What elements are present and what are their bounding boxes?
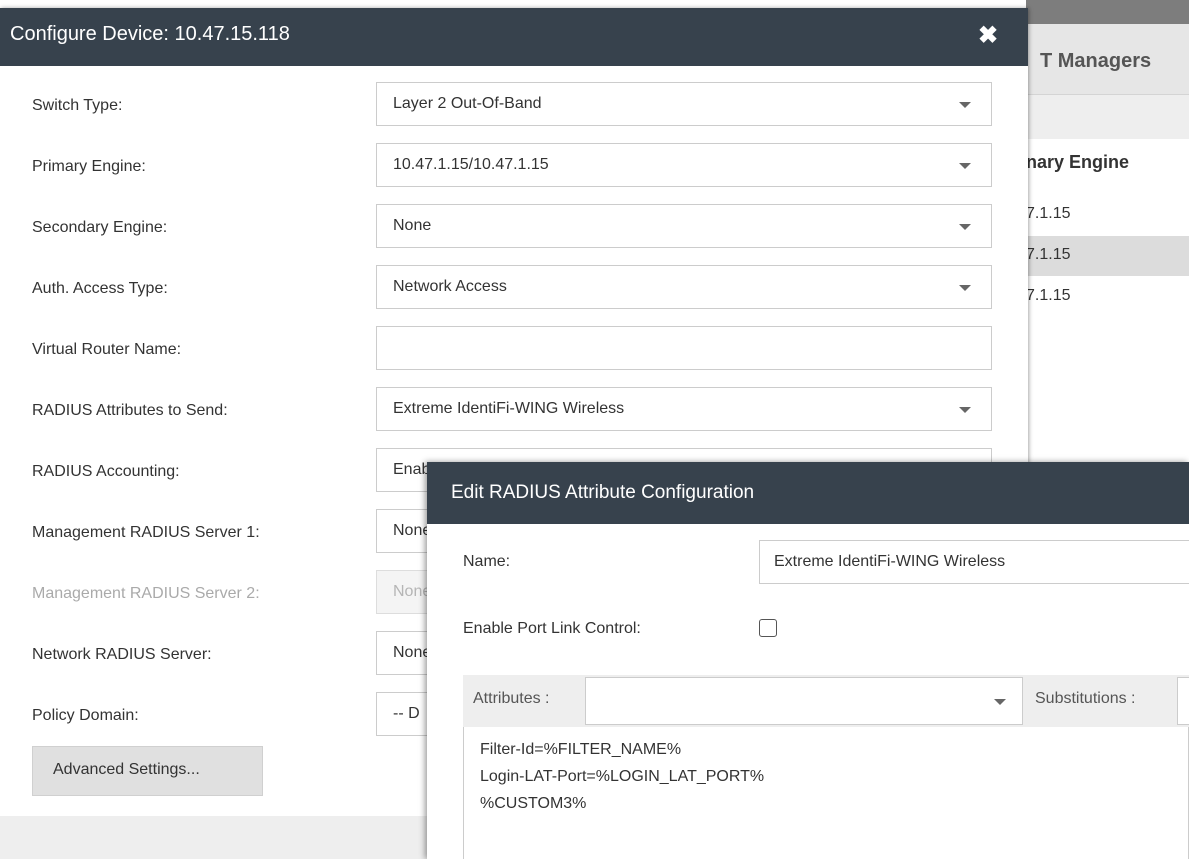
radius-accounting-label: RADIUS Accounting: — [32, 463, 180, 480]
dialog-title: Configure Device: 10.47.15.118 — [10, 23, 290, 45]
dialog-header: Edit RADIUS Attribute Configuration — [427, 462, 1189, 524]
dialog-title: Edit RADIUS Attribute Configuration — [451, 482, 755, 503]
substitutions-label: Substitutions : — [1035, 690, 1136, 707]
enable-port-link-control-label: Enable Port Link Control: — [463, 620, 641, 637]
name-label: Name: — [463, 553, 511, 570]
mgmt-radius-server-1-value: None — [393, 522, 432, 539]
chevron-down-icon — [994, 699, 1006, 705]
virtual-router-name-label: Virtual Router Name: — [32, 341, 182, 358]
auth-access-type-select[interactable]: Network Access — [376, 265, 992, 309]
attributes-label: Attributes : — [473, 690, 550, 707]
policy-domain-value: -- D — [393, 705, 420, 722]
chevron-down-icon — [959, 102, 971, 108]
advanced-settings-label: Advanced Settings... — [53, 761, 200, 778]
attributes-textarea[interactable]: Filter-Id=%FILTER_NAME% Login-LAT-Port=%… — [463, 727, 1189, 859]
auth-access-type-value: Network Access — [393, 278, 507, 295]
primary-engine-label: Primary Engine: — [32, 158, 146, 175]
mgmt-radius-server-1-label: Management RADIUS Server 1: — [32, 524, 260, 541]
dialog-header: Configure Device: 10.47.15.118 ✖ — [0, 8, 1028, 66]
attribute-line: Login-LAT-Port=%LOGIN_LAT_PORT% — [480, 768, 765, 785]
primary-engine-value: 10.47.1.15/10.47.1.15 — [393, 156, 549, 173]
network-radius-server-label: Network RADIUS Server: — [32, 646, 212, 663]
virtual-router-name-input[interactable] — [376, 326, 992, 370]
primary-engine-select[interactable]: 10.47.1.15/10.47.1.15 — [376, 143, 992, 187]
switch-type-value: Layer 2 Out-Of-Band — [393, 95, 542, 112]
switch-type-select[interactable]: Layer 2 Out-Of-Band — [376, 82, 992, 126]
table-cell: 7.1.15 — [1026, 287, 1071, 304]
background-toolbar — [1026, 95, 1189, 139]
secondary-engine-value: None — [393, 217, 432, 234]
chevron-down-icon — [959, 407, 971, 413]
attribute-line: Filter-Id=%FILTER_NAME% — [480, 741, 682, 758]
tab-managers-label: T Managers — [1040, 50, 1152, 72]
mgmt-radius-server-2-label: Management RADIUS Server 2: — [32, 585, 260, 602]
chevron-down-icon — [959, 224, 971, 230]
background-topbar — [1026, 0, 1189, 24]
network-radius-server-value: None — [393, 644, 432, 661]
table-row[interactable]: 7.1.15 — [1026, 277, 1189, 317]
name-input[interactable]: Extreme IdentiFi-WING Wireless — [759, 540, 1189, 584]
radius-attributes-value: Extreme IdentiFi-WING Wireless — [393, 400, 625, 417]
chevron-down-icon — [959, 163, 971, 169]
mgmt-radius-server-2-value: None — [393, 583, 432, 600]
tab-managers[interactable]: T Managers — [1026, 24, 1189, 95]
column-header-primary-engine[interactable]: nary Engine — [1026, 152, 1129, 173]
attributes-select[interactable] — [585, 677, 1023, 725]
secondary-engine-select[interactable]: None — [376, 204, 992, 248]
edit-radius-attribute-dialog: Edit RADIUS Attribute Configuration Name… — [427, 462, 1189, 859]
switch-type-label: Switch Type: — [32, 97, 123, 114]
radius-attributes-label: RADIUS Attributes to Send: — [32, 402, 228, 419]
attributes-toolbar: Attributes : Substitutions : — [463, 675, 1189, 727]
auth-access-type-label: Auth. Access Type: — [32, 280, 168, 297]
advanced-settings-button[interactable]: Advanced Settings... — [32, 746, 263, 796]
policy-domain-label: Policy Domain: — [32, 707, 139, 724]
table-cell: 7.1.15 — [1026, 246, 1071, 263]
name-value: Extreme IdentiFi-WING Wireless — [774, 553, 1006, 570]
table-cell: 7.1.15 — [1026, 205, 1071, 222]
attribute-line: %CUSTOM3% — [480, 795, 587, 812]
close-icon[interactable]: ✖ — [978, 24, 998, 48]
substitutions-select[interactable] — [1177, 677, 1189, 725]
radius-attributes-select[interactable]: Extreme IdentiFi-WING Wireless — [376, 387, 992, 431]
secondary-engine-label: Secondary Engine: — [32, 219, 168, 236]
table-row[interactable]: 7.1.15 — [1026, 236, 1189, 276]
table-row[interactable]: 7.1.15 — [1026, 195, 1189, 235]
chevron-down-icon — [959, 285, 971, 291]
enable-port-link-control-checkbox[interactable] — [759, 619, 777, 637]
